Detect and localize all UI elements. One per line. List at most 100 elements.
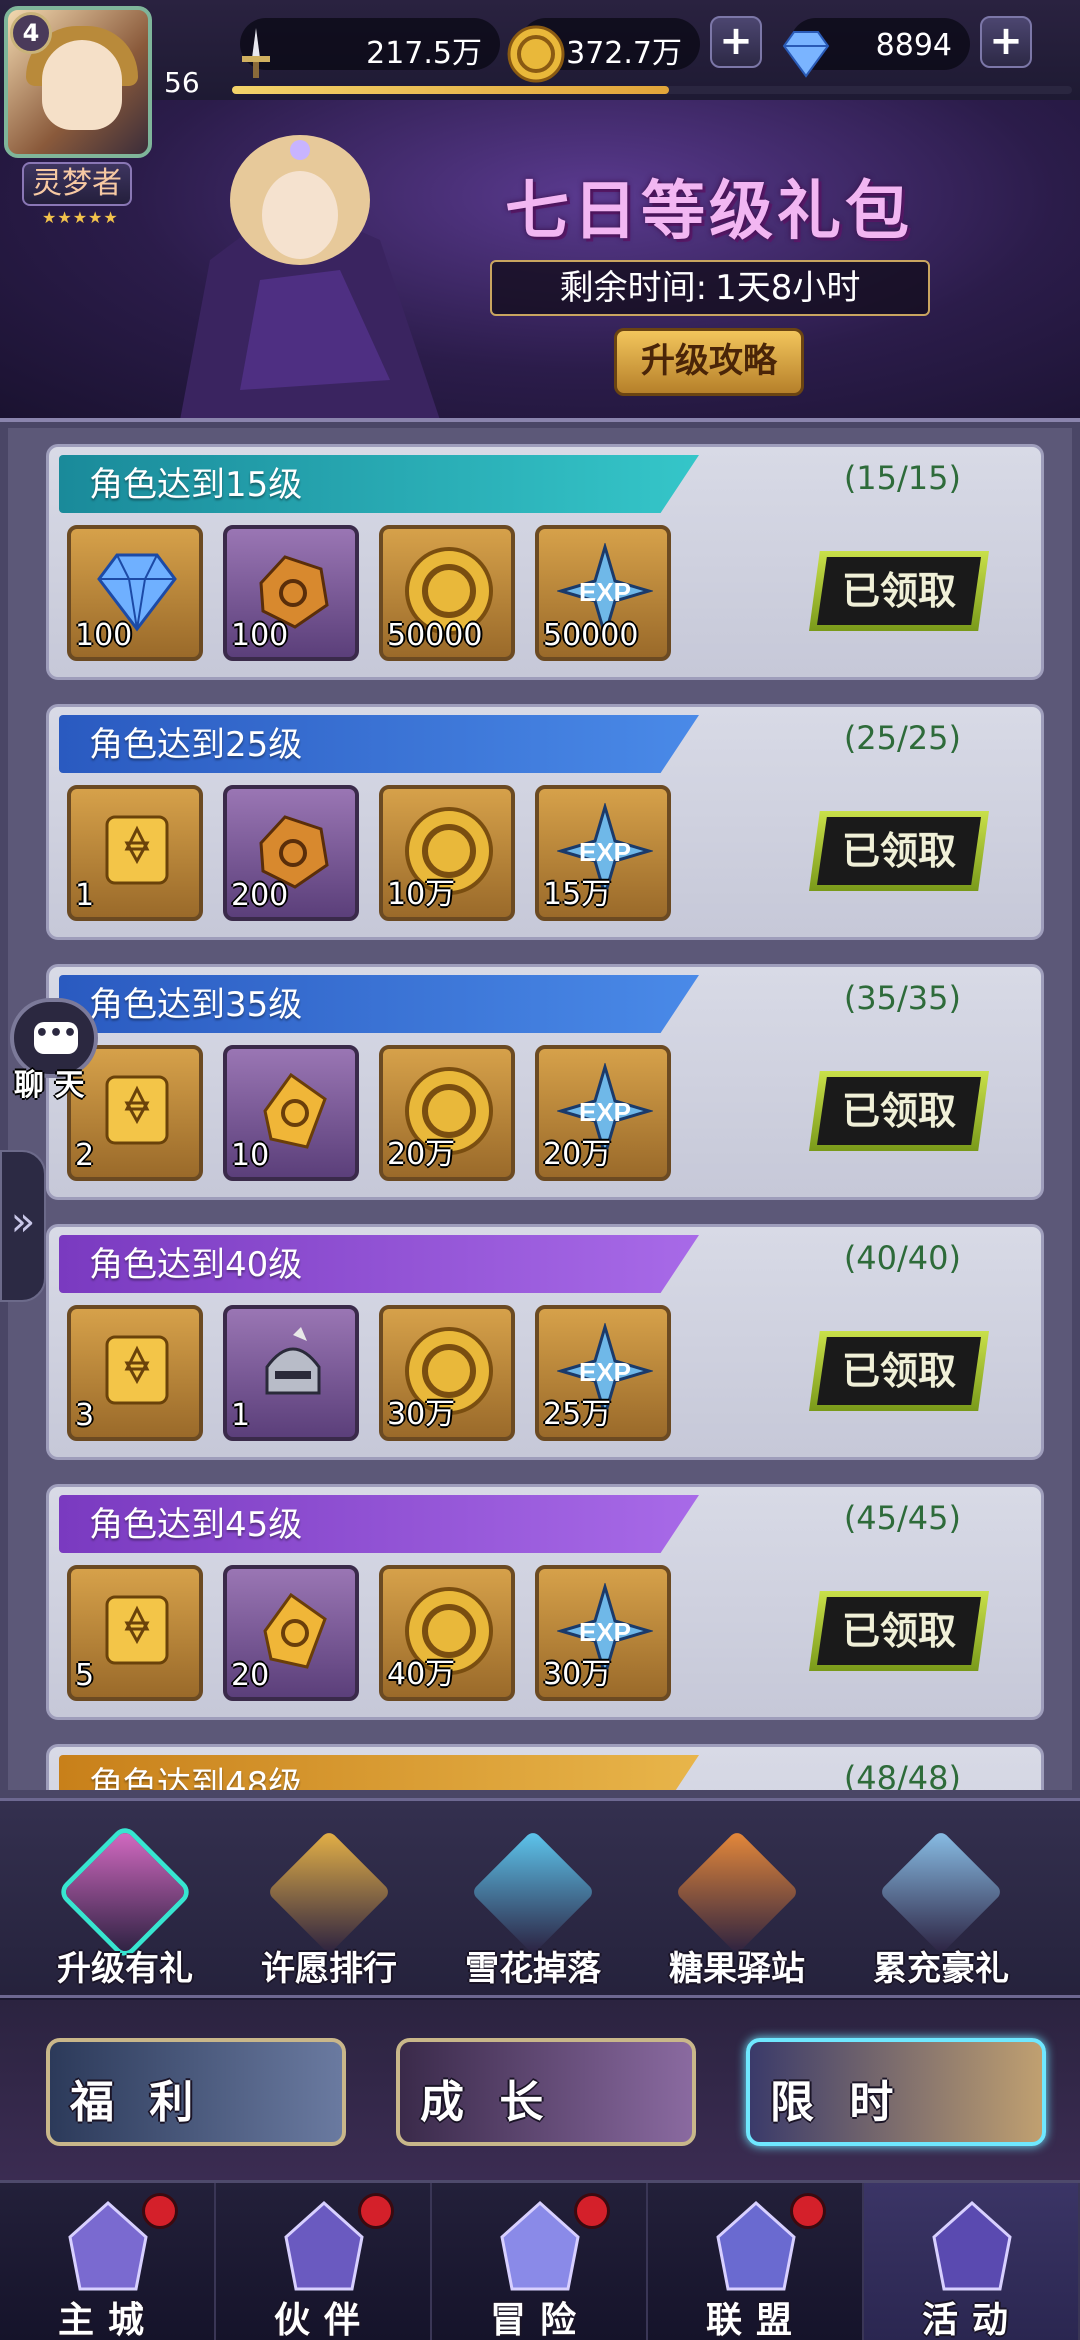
svg-text:EXP: EXP — [579, 1097, 631, 1127]
add-gold-button[interactable]: + — [710, 16, 762, 68]
countdown-timer: 剩余时间: 1天8小时 — [490, 260, 930, 316]
task-progress: (25/25) — [843, 719, 961, 757]
reward-item[interactable]: EXP 15万 — [535, 785, 671, 921]
reward-count: 10 — [231, 1138, 270, 1173]
category-label: 福 利 — [70, 2077, 204, 2128]
reward-count: 50000 — [543, 618, 639, 653]
title-badge: 灵梦者 — [22, 162, 132, 206]
task-card: 角色达到45级 (45/45) 5 20 40万 EXP 30万 已领取 — [46, 1484, 1044, 1720]
nav-item[interactable]: 冒险 — [432, 2183, 648, 2340]
event-tab[interactable]: 糖果驿站 — [642, 1829, 832, 1989]
reward-item[interactable]: EXP 50000 — [535, 525, 671, 661]
event-banner: 七日等级礼包 剩余时间: 1天8小时 升级攻略 — [0, 100, 1080, 420]
task-title: 角色达到45级 — [89, 1505, 303, 1545]
reward-count: 1 — [231, 1398, 251, 1433]
vip-badge: 4 — [10, 12, 52, 54]
reward-item[interactable]: 1 — [223, 1305, 359, 1441]
claimed-button[interactable]: 已领取 — [809, 1591, 989, 1671]
reward-item[interactable]: 5 — [67, 1565, 203, 1701]
upgrade-guide-button[interactable]: 升级攻略 — [614, 328, 804, 396]
task-progress: (45/45) — [843, 1499, 961, 1537]
reward-item[interactable]: 10 — [223, 1045, 359, 1181]
player-level: 56 — [164, 66, 200, 99]
gold-coin-icon — [507, 25, 565, 83]
task-progress: (35/35) — [843, 979, 961, 1017]
add-diamond-button[interactable]: + — [980, 16, 1032, 68]
event-tab[interactable]: 升级有礼 — [30, 1829, 220, 1989]
task-progress: (48/48) — [843, 1759, 961, 1790]
claimed-button[interactable]: 已领取 — [809, 551, 989, 631]
nav-label: 冒险 — [489, 2300, 590, 2340]
category-tab[interactable]: 成 长 — [396, 2038, 696, 2146]
reward-count: 40万 — [387, 1657, 456, 1692]
notification-dot — [574, 2193, 610, 2229]
reward-item[interactable]: EXP 25万 — [535, 1305, 671, 1441]
reward-item[interactable]: 30万 — [379, 1305, 515, 1441]
svg-text:EXP: EXP — [579, 577, 631, 607]
task-panel: 角色达到15级 (15/15) 100 100 50000 EXP 50000 已领取 角色达到… — [0, 418, 1080, 1798]
event-tab-label: 累充豪礼 — [873, 1949, 1009, 1989]
task-card: 角色达到35级 (35/35) 2 10 20万 EXP 20万 已领取 — [46, 964, 1044, 1200]
claimed-label: 已领取 — [817, 1337, 981, 1405]
reward-item[interactable]: EXP 30万 — [535, 1565, 671, 1701]
reward-item[interactable]: 100 — [67, 525, 203, 661]
event-tab[interactable]: 累充豪礼 — [846, 1829, 1036, 1989]
reward-count: 30万 — [543, 1657, 612, 1692]
diamond-icon — [782, 31, 830, 78]
chat-button[interactable]: ••• 聊 天 — [4, 998, 98, 1103]
nav-item[interactable]: 主城 — [0, 2183, 216, 2340]
double-chevron-right-icon[interactable]: » — [0, 1150, 46, 1302]
treasure-chest-icon — [878, 1829, 1004, 1955]
gold-value: 372.7万 — [566, 36, 682, 71]
power-value: 217.5万 — [366, 36, 482, 71]
reward-count: 100 — [231, 618, 289, 653]
reward-count: 5 — [75, 1658, 95, 1693]
event-tab-label: 雪花掉落 — [465, 1949, 601, 1989]
claimed-button[interactable]: 已领取 — [809, 1331, 989, 1411]
nav-item[interactable]: 活动 — [864, 2183, 1080, 2340]
task-title: 角色达到48级 — [89, 1765, 303, 1790]
scroll-icon — [105, 1335, 169, 1405]
event-tab[interactable]: 许愿排行 — [234, 1829, 424, 1989]
task-card: 角色达到15级 (15/15) 100 100 50000 EXP 50000 已领取 — [46, 444, 1044, 680]
category-tab[interactable]: 福 利 — [46, 2038, 346, 2146]
nav-label: 联盟 — [705, 2300, 806, 2340]
banner-character-illustration — [180, 135, 440, 420]
reward-item[interactable]: 1 — [67, 785, 203, 921]
reward-item[interactable]: 10万 — [379, 785, 515, 921]
gold-display: 372.7万 — [507, 18, 700, 83]
reward-item[interactable]: 50000 — [379, 525, 515, 661]
svg-text:EXP: EXP — [579, 837, 631, 867]
player-avatar[interactable]: 4 — [4, 6, 152, 158]
category-tab[interactable]: 限 时 — [746, 2038, 1046, 2146]
reward-item[interactable]: 20 — [223, 1565, 359, 1701]
reward-item[interactable]: EXP 20万 — [535, 1045, 671, 1181]
event-tab[interactable]: 雪花掉落 — [438, 1829, 628, 1989]
category-tabs: 福 利 成 长限 时 — [0, 2000, 1080, 2180]
nav-item[interactable]: 联盟 — [648, 2183, 864, 2340]
claimed-button[interactable]: 已领取 — [809, 811, 989, 891]
reward-item[interactable]: 3 — [67, 1305, 203, 1441]
nav-item[interactable]: 伙伴 — [216, 2183, 432, 2340]
event-tab-label: 升级有礼 — [57, 1949, 193, 1989]
task-card: 角色达到48级 (48/48) — [46, 1744, 1044, 1790]
reward-item[interactable]: 40万 — [379, 1565, 515, 1701]
event-tabs: 升级有礼 许愿排行 雪花掉落 糖果驿站 累充豪礼 — [0, 1798, 1080, 1998]
banner-title: 七日等级礼包 — [505, 175, 913, 249]
reward-item[interactable]: 100 — [223, 525, 359, 661]
reward-item[interactable]: 200 — [223, 785, 359, 921]
rank-stars: ★★★★★ — [42, 208, 119, 227]
task-card: 角色达到40级 (40/40) 3 1 30万 EXP 25万 已领取 — [46, 1224, 1044, 1460]
reward-count: 200 — [231, 878, 289, 913]
nav-label: 伙伴 — [273, 2300, 374, 2340]
task-list[interactable]: 角色达到15级 (15/15) 100 100 50000 EXP 50000 已领取 角色达到… — [8, 428, 1072, 1790]
task-title: 角色达到40级 — [89, 1245, 303, 1285]
claimed-button[interactable]: 已领取 — [809, 1071, 989, 1151]
reward-count: 2 — [75, 1138, 95, 1173]
reward-item[interactable]: 20万 — [379, 1045, 515, 1181]
reward-count: 15万 — [543, 877, 612, 912]
power-display: 217.5万 — [240, 18, 500, 78]
scroll-icon — [105, 815, 169, 885]
svg-text:EXP: EXP — [579, 1617, 631, 1647]
resource-bar: 217.5万 372.7万 + 8894 + — [0, 0, 1080, 100]
